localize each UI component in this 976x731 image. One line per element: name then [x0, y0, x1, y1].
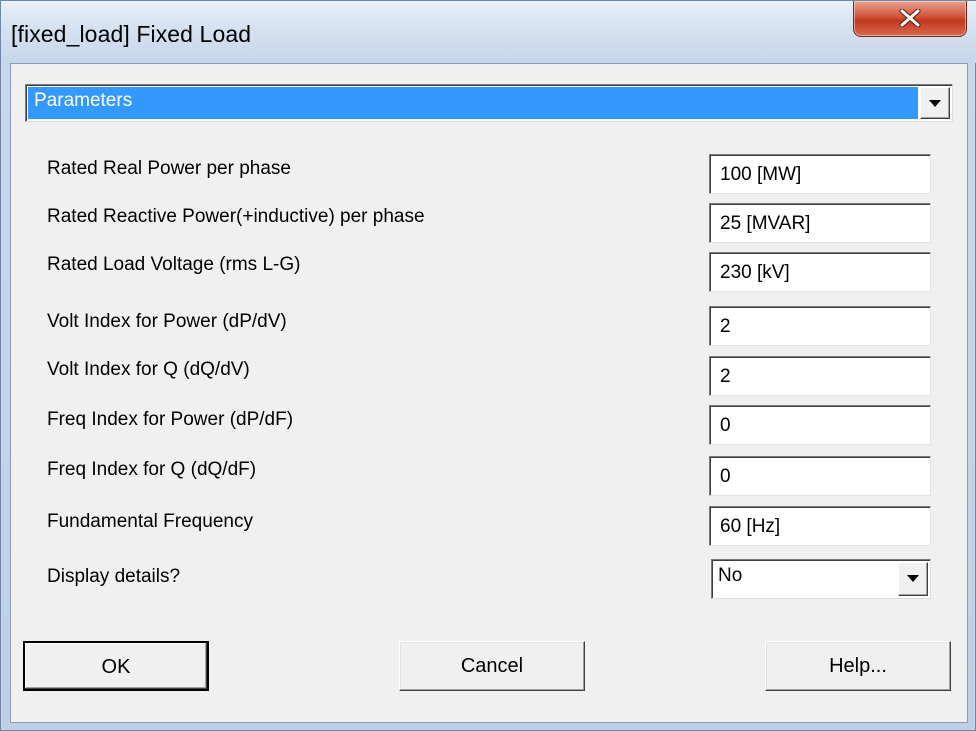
freq-index-power-field[interactable]: 0 — [709, 405, 931, 445]
param-label-volt-index-q: Volt Index for Q (dQ/dV) — [47, 359, 250, 380]
param-label-rated-real-power: Rated Real Power per phase — [47, 158, 291, 179]
window-title: [fixed_load] Fixed Load — [11, 21, 252, 47]
param-label-rated-load-voltage: Rated Load Voltage (rms L-G) — [47, 254, 301, 275]
display-details-value: No — [718, 565, 743, 586]
section-dropdown[interactable]: Parameters — [25, 84, 953, 122]
close-button[interactable] — [853, 1, 967, 37]
fundamental-frequency-field[interactable]: 60 [Hz] — [709, 506, 931, 546]
param-label-fundamental-frequency: Fundamental Frequency — [47, 511, 253, 532]
rated-reactive-power-field[interactable]: 25 [MVAR] — [709, 203, 931, 243]
cancel-button[interactable]: Cancel — [399, 641, 585, 691]
close-icon — [899, 9, 921, 27]
volt-index-q-field[interactable]: 2 — [709, 356, 931, 396]
volt-index-power-field[interactable]: 2 — [709, 306, 931, 346]
ok-button[interactable]: OK — [23, 641, 209, 691]
param-label-freq-index-power: Freq Index for Power (dP/dF) — [47, 409, 294, 430]
fixed-load-dialog: [fixed_load] Fixed Load Parameters Rated… — [0, 0, 976, 731]
freq-index-q-field[interactable]: 0 — [709, 456, 931, 496]
rated-real-power-field[interactable]: 100 [MW] — [709, 154, 931, 194]
title-bar[interactable]: [fixed_load] Fixed Load — [1, 1, 976, 63]
rated-load-voltage-field[interactable]: 230 [kV] — [709, 252, 931, 292]
chevron-down-icon[interactable] — [920, 87, 950, 119]
param-label-volt-index-power: Volt Index for Power (dP/dV) — [47, 311, 287, 332]
chevron-down-icon[interactable] — [898, 562, 928, 596]
param-label-display-details: Display details? — [47, 566, 181, 587]
section-dropdown-value: Parameters — [28, 87, 918, 119]
param-label-rated-reactive-power: Rated Reactive Power(+inductive) per pha… — [47, 206, 425, 227]
display-details-dropdown[interactable]: No — [711, 559, 931, 599]
param-label-freq-index-q: Freq Index for Q (dQ/dF) — [47, 459, 257, 480]
help-button[interactable]: Help... — [765, 641, 951, 691]
